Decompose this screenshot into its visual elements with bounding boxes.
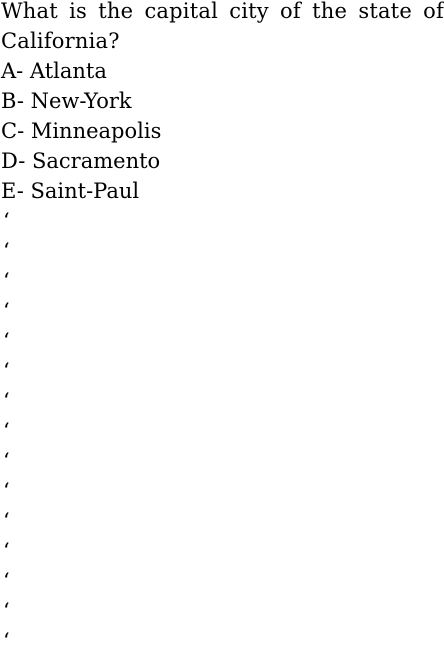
quote-mark: ‘ bbox=[3, 479, 10, 503]
option-c: C- Minneapolis bbox=[1, 119, 162, 143]
trailing-marks: ‘ ‘ ‘ ‘ ‘ ‘ ‘ ‘ ‘ ‘ ‘ ‘ ‘ ‘ ‘ bbox=[1, 206, 444, 656]
option-e: E- Saint-Paul bbox=[1, 179, 140, 203]
answer-options: A- Atlanta B- New-York C- Minneapolis D-… bbox=[1, 56, 444, 206]
document-page: What is the capital city of the state of… bbox=[0, 0, 444, 653]
quote-mark: ‘ bbox=[3, 359, 10, 383]
quote-mark: ‘ bbox=[3, 239, 10, 263]
question-text: What is the capital city of the state of… bbox=[1, 0, 444, 53]
quote-mark: ‘ bbox=[3, 419, 10, 443]
quote-mark: ‘ bbox=[3, 389, 10, 413]
quote-mark: ‘ bbox=[3, 569, 10, 593]
quote-mark: ‘ bbox=[3, 629, 10, 653]
quote-mark: ‘ bbox=[3, 449, 10, 473]
quote-mark: ‘ bbox=[3, 329, 10, 353]
option-b: B- New-York bbox=[1, 89, 132, 113]
quote-mark: ‘ bbox=[3, 209, 10, 233]
quote-mark: ‘ bbox=[3, 599, 10, 623]
quote-mark: ‘ bbox=[3, 509, 10, 533]
option-d: D- Sacramento bbox=[1, 149, 161, 173]
option-a: A- Atlanta bbox=[1, 59, 107, 83]
quote-mark: ‘ bbox=[3, 299, 10, 323]
quote-mark: ‘ bbox=[3, 269, 10, 293]
quote-mark: ‘ bbox=[3, 539, 10, 563]
